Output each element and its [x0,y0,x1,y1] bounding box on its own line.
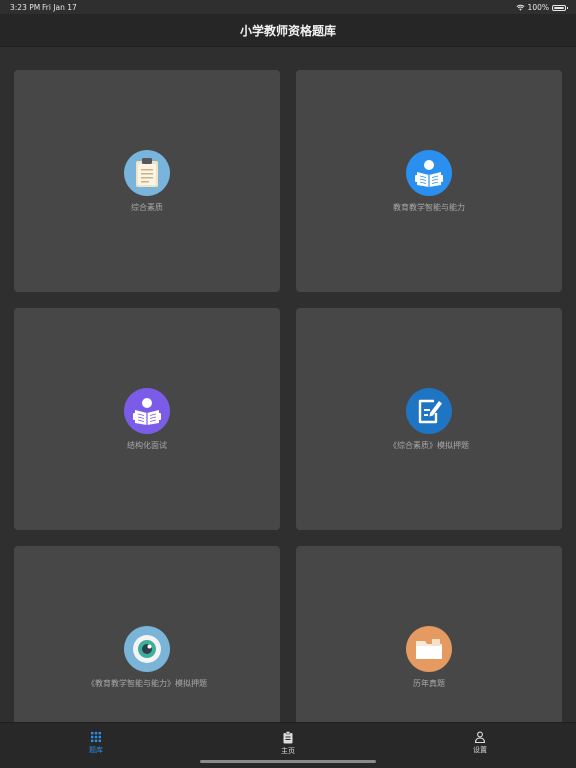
card-teaching-mock-exam[interactable]: 《教育教学智能与能力》模拟押题 [14,546,280,722]
battery-percent: 100% [527,3,549,12]
card-label: 《教育教学智能与能力》模拟押题 [87,678,207,688]
tab-question-bank[interactable]: 题库 [66,731,126,755]
card-label: 教育教学智能与能力 [393,202,465,212]
status-bar: 3:23 PM Fri Jan 17 100% [0,0,576,14]
battery-icon [552,4,568,11]
status-time: 3:23 PM [10,3,41,12]
tab-label: 题库 [89,746,103,754]
tab-settings[interactable]: 设置 [450,731,510,755]
tab-home[interactable]: 主页 [258,731,318,756]
home-indicator[interactable] [200,760,376,763]
folder-icon [406,625,452,672]
category-grid: 综合素质 教育教学智能与能力 结构化面试 《综合素质》模拟押题 《教育教学智能与… [0,46,576,722]
grid-icon [91,732,101,742]
status-date: Fri Jan 17 [42,3,77,12]
eye-icon [124,625,170,672]
card-label: 历年真题 [413,678,445,688]
reading-person-icon [406,149,452,196]
card-teaching-ability[interactable]: 教育教学智能与能力 [296,70,562,292]
card-quality-mock-exam[interactable]: 《综合素质》模拟押题 [296,308,562,530]
edit-document-icon [406,387,452,434]
card-label: 结构化面试 [127,440,167,450]
card-comprehensive-quality[interactable]: 综合素质 [14,70,280,292]
reading-person-icon [124,387,170,434]
wifi-icon [516,4,525,11]
tab-label: 设置 [473,746,487,754]
person-icon [474,731,486,743]
clipboard-icon [283,731,293,744]
clipboard-icon [124,149,170,196]
status-right: 100% [516,3,568,12]
tab-label: 主页 [281,747,295,755]
nav-bar: 小学教师资格题库 [0,14,576,46]
card-past-exams[interactable]: 历年真题 [296,546,562,722]
page-title: 小学教师资格题库 [239,23,336,38]
card-label: 《综合素质》模拟押题 [389,440,469,450]
card-structured-interview[interactable]: 结构化面试 [14,308,280,530]
card-label: 综合素质 [131,202,163,212]
